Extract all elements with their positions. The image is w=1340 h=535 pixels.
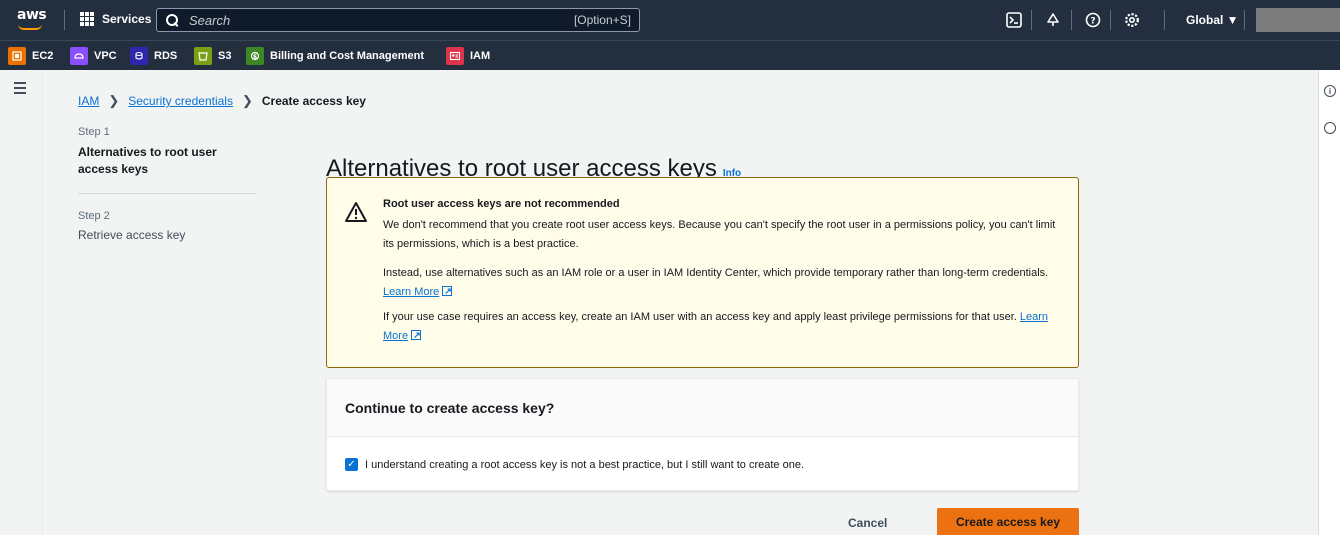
history-icon[interactable] xyxy=(1324,122,1336,134)
acknowledge-checkbox-row[interactable]: ✓ I understand creating a root access ke… xyxy=(345,458,804,471)
alert-paragraph: Instead, use alternatives such as an IAM… xyxy=(383,264,1063,302)
divider xyxy=(78,193,256,194)
billing-icon: $ xyxy=(246,47,264,65)
favorite-label: IAM xyxy=(470,50,491,62)
region-selector[interactable]: Global ▼ xyxy=(1186,13,1239,27)
account-menu[interactable] xyxy=(1256,8,1340,32)
container-heading: Continue to create access key? xyxy=(345,400,555,416)
breadcrumb-link-iam[interactable]: IAM xyxy=(78,94,99,108)
top-navigation-bar: aws Services [Option+S] ? Global ▼ xyxy=(0,0,1340,40)
favorite-billing[interactable]: $ Billing and Cost Management xyxy=(246,47,424,65)
grid-icon xyxy=(80,12,94,26)
step-2: Step 2 Retrieve access key xyxy=(78,210,258,242)
favorite-ec2[interactable]: EC2 xyxy=(8,47,53,65)
info-panel-icon[interactable]: i xyxy=(1324,85,1336,97)
services-label: Services xyxy=(102,12,152,26)
ec2-icon xyxy=(8,47,26,65)
cancel-button[interactable]: Cancel xyxy=(848,516,887,530)
wizard-steps: Step 1 Alternatives to root user access … xyxy=(78,126,258,242)
services-menu-button[interactable]: Services xyxy=(80,12,151,26)
divider xyxy=(1164,10,1165,30)
chevron-right-icon: ❯ xyxy=(241,93,253,108)
external-link-icon xyxy=(411,326,422,345)
divider xyxy=(1071,10,1072,30)
aws-logo[interactable]: aws xyxy=(14,7,48,33)
right-tools-rail: i xyxy=(1318,70,1340,535)
favorite-iam[interactable]: IAM xyxy=(446,47,490,65)
breadcrumb: IAM ❯ Security credentials ❯ Create acce… xyxy=(78,93,366,109)
divider xyxy=(42,70,43,535)
s3-bucket-icon xyxy=(194,47,212,65)
container-header: Continue to create access key? xyxy=(327,379,1078,437)
svg-text:?: ? xyxy=(1090,17,1095,27)
external-link-icon xyxy=(442,282,453,301)
divider xyxy=(64,10,65,30)
step-1: Step 1 Alternatives to root user access … xyxy=(78,126,258,178)
step-number: Step 1 xyxy=(78,126,110,138)
aws-logo-text: aws xyxy=(17,7,47,23)
divider xyxy=(1110,10,1111,30)
favorite-vpc[interactable]: VPC xyxy=(70,47,117,65)
chevron-right-icon: ❯ xyxy=(108,93,120,108)
divider xyxy=(1031,10,1032,30)
search-input[interactable] xyxy=(187,11,574,29)
step-title: Retrieve access key xyxy=(78,228,186,242)
step-title-active: Alternatives to root user access keys xyxy=(78,145,217,176)
help-icon[interactable]: ? xyxy=(1083,10,1103,30)
breadcrumb-link-security-credentials[interactable]: Security credentials xyxy=(128,94,233,108)
alert-paragraph: We don't recommend that you create root … xyxy=(383,216,1063,254)
divider xyxy=(1244,10,1245,30)
warning-triangle-icon xyxy=(345,202,367,222)
rds-icon xyxy=(130,47,148,65)
search-shortcut-hint: [Option+S] xyxy=(573,13,631,27)
alert-text: We don't recommend that you create root … xyxy=(383,219,1056,250)
favorite-label: RDS xyxy=(154,50,178,62)
search-icon xyxy=(165,13,179,27)
alert-text: If your use case requires an access key,… xyxy=(383,311,1017,323)
create-access-key-button[interactable]: Create access key xyxy=(937,508,1079,535)
favorite-label: VPC xyxy=(94,50,117,62)
favorite-label: S3 xyxy=(218,50,232,62)
settings-gear-icon[interactable] xyxy=(1122,10,1142,30)
confirm-container: Continue to create access key? ✓ I under… xyxy=(326,378,1079,491)
checkbox-label: I understand creating a root access key … xyxy=(365,458,805,471)
notifications-bell-icon[interactable] xyxy=(1043,10,1063,30)
step-number: Step 2 xyxy=(78,210,110,222)
favorite-s3[interactable]: S3 xyxy=(194,47,231,65)
alert-text: Instead, use alternatives such as an IAM… xyxy=(383,267,1049,279)
search-bar[interactable]: [Option+S] xyxy=(156,8,640,32)
navigation-menu-icon[interactable] xyxy=(14,82,30,96)
favorite-label: Billing and Cost Management xyxy=(270,50,425,62)
favorite-label: EC2 xyxy=(32,50,54,62)
learn-more-label: Learn More xyxy=(383,286,440,298)
svg-text:$: $ xyxy=(253,53,257,60)
learn-more-link[interactable]: Learn More xyxy=(383,282,453,301)
acknowledge-checkbox[interactable]: ✓ xyxy=(345,458,358,471)
cloudshell-icon[interactable] xyxy=(1004,10,1024,30)
favorite-rds[interactable]: RDS xyxy=(130,47,177,65)
breadcrumb-current: Create access key xyxy=(261,94,366,108)
alert-title: Root user access keys are not recommende… xyxy=(383,198,620,210)
aws-smile-icon xyxy=(18,24,42,30)
warning-alert: Root user access keys are not recommende… xyxy=(326,177,1079,368)
vpc-icon xyxy=(70,47,88,65)
favorites-bar: EC2 VPC RDS S3 $ Billing and Cost Manage… xyxy=(0,40,1340,70)
iam-icon xyxy=(446,47,464,65)
alert-paragraph: If your use case requires an access key,… xyxy=(383,308,1063,346)
